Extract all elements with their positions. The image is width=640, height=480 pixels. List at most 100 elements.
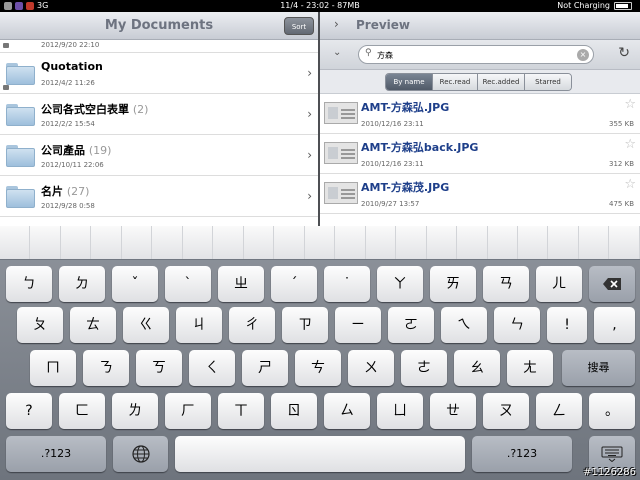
tab-rec-added[interactable]: Rec.added: [478, 74, 525, 90]
key-comma[interactable]: ,: [594, 307, 635, 343]
item-count: (19): [88, 144, 112, 157]
key-zhuyin[interactable]: ㄩ: [377, 393, 423, 429]
key-zhuyin[interactable]: ㄉ: [59, 266, 105, 302]
key-zhuyin[interactable]: ㄜ: [401, 350, 447, 386]
key-zhuyin[interactable]: ㄧ: [335, 307, 381, 343]
key-zhuyin[interactable]: ㄚ: [377, 266, 423, 302]
file-date: 2010/12/16 23:11: [361, 120, 424, 128]
key-zhuyin[interactable]: ㄎ: [136, 350, 182, 386]
key-zhuyin[interactable]: ㄍ: [123, 307, 169, 343]
key-zhuyin[interactable]: ㄇ: [30, 350, 76, 386]
key-zhuyin[interactable]: ㄤ: [507, 350, 553, 386]
key-zhuyin[interactable]: ㄗ: [282, 307, 328, 343]
item-name: 公司各式空白表單: [41, 103, 129, 116]
key-zhuyin[interactable]: ㄌ: [112, 393, 158, 429]
item-date: 2012/4/2 11:26: [41, 79, 95, 87]
numbers-key[interactable]: .?123: [472, 436, 572, 472]
list-item[interactable]: 2012/9/20 22:10: [0, 40, 318, 53]
keyboard-hide-icon: [601, 446, 623, 463]
chevron-right-icon: ›: [307, 66, 312, 80]
key-zhuyin[interactable]: ㄝ: [430, 393, 476, 429]
list-item[interactable]: 名片 (27) 2012/9/28 0:58 ›: [0, 176, 318, 217]
star-icon[interactable]: ☆: [624, 137, 636, 152]
space-key[interactable]: [175, 436, 465, 472]
list-item[interactable]: 公司各式空白表單 (2) 2012/2/2 15:54 ›: [0, 94, 318, 135]
key-zhuyin[interactable]: ㄟ: [441, 307, 487, 343]
file-date: 2010/12/16 23:11: [361, 160, 424, 168]
refresh-icon[interactable]: ↻: [618, 45, 630, 61]
tab-rec-read[interactable]: Rec.read: [433, 74, 478, 90]
chevron-down-icon[interactable]: ⌄: [333, 47, 341, 58]
key-zhuyin[interactable]: ㄛ: [388, 307, 434, 343]
sort-button[interactable]: Sort: [284, 17, 314, 35]
key-zhuyin[interactable]: ㄥ: [536, 393, 582, 429]
documents-header: My Documents Sort: [0, 12, 318, 40]
backspace-icon: [603, 278, 621, 290]
key-zhuyin[interactable]: ㄐ: [176, 307, 222, 343]
item-name: 公司產品: [41, 144, 85, 157]
file-name: AMT-方森茂.JPG: [361, 181, 450, 194]
file-row[interactable]: AMT-方森弘.JPG 2010/12/16 23:11 355 KB ☆: [320, 94, 640, 134]
key-zhuyin[interactable]: ㄣ: [494, 307, 540, 343]
language-key[interactable]: [113, 436, 168, 472]
search-input[interactable]: [377, 48, 567, 62]
file-size: 355 KB: [609, 120, 634, 128]
numbers-key[interactable]: .?123: [6, 436, 106, 472]
key-zhuyin[interactable]: ㄓ: [218, 266, 264, 302]
key-exclamation[interactable]: !: [547, 307, 587, 343]
file-row[interactable]: AMT-方森弘back.JPG 2010/12/16 23:11 312 KB …: [320, 134, 640, 174]
battery-icon: [614, 1, 632, 10]
key-zhuyin[interactable]: ㄋ: [83, 350, 129, 386]
key-zhuyin[interactable]: ㄨ: [348, 350, 394, 386]
preview-pane: › Preview ⌄ ⚲ × ↻ By name Rec.read Rec.a…: [320, 12, 640, 226]
key-zhuyin[interactable]: ㄞ: [430, 266, 476, 302]
item-date: 2012/9/20 22:10: [41, 41, 100, 49]
key-zhuyin[interactable]: ㄅ: [6, 266, 52, 302]
key-tone[interactable]: ˇ: [112, 266, 158, 302]
item-date: 2012/9/28 0:58: [41, 202, 95, 210]
globe-icon: [131, 445, 150, 463]
clear-icon[interactable]: ×: [577, 49, 589, 61]
key-zhuyin[interactable]: ㄡ: [483, 393, 529, 429]
key-zhuyin[interactable]: ㄈ: [59, 393, 105, 429]
tab-starred[interactable]: Starred: [525, 74, 571, 90]
key-question[interactable]: ?: [6, 393, 52, 429]
item-count: (27): [66, 185, 90, 198]
key-zhuyin[interactable]: ㄕ: [242, 350, 288, 386]
key-zhuyin[interactable]: ㄢ: [483, 266, 529, 302]
folder-icon: [6, 186, 35, 208]
key-zhuyin[interactable]: ㄦ: [536, 266, 582, 302]
star-icon[interactable]: ☆: [624, 177, 636, 192]
key-zhuyin[interactable]: ㄏ: [165, 393, 211, 429]
key-period[interactable]: 。: [589, 393, 635, 429]
file-name: AMT-方森弘back.JPG: [361, 141, 479, 154]
preview-header: › Preview: [320, 12, 640, 40]
key-tone[interactable]: ˋ: [165, 266, 211, 302]
image-thumbnail: [324, 102, 358, 124]
documents-pane: My Documents Sort 2012/9/20 22:10 Quotat…: [0, 12, 318, 226]
delete-key[interactable]: [589, 266, 635, 302]
key-zhuyin[interactable]: ㄘ: [295, 350, 341, 386]
chevron-right-icon[interactable]: ›: [334, 17, 339, 31]
key-tone[interactable]: ˙: [324, 266, 370, 302]
key-zhuyin[interactable]: ㄠ: [454, 350, 500, 386]
key-tone[interactable]: ˊ: [271, 266, 317, 302]
item-date: 2012/10/11 22:06: [41, 161, 104, 169]
key-zhuyin[interactable]: ㄊ: [70, 307, 116, 343]
key-zhuyin[interactable]: ㄖ: [271, 393, 317, 429]
search-field[interactable]: ⚲ ×: [358, 45, 594, 64]
key-zhuyin[interactable]: ㄑ: [189, 350, 235, 386]
documents-title: My Documents: [104, 18, 214, 33]
preview-title: Preview: [356, 18, 411, 32]
search-icon: ⚲: [365, 48, 372, 58]
key-zhuyin[interactable]: ㄒ: [218, 393, 264, 429]
file-row[interactable]: AMT-方森茂.JPG 2010/9/27 13:57 475 KB ☆: [320, 174, 640, 214]
key-zhuyin[interactable]: ㄔ: [229, 307, 275, 343]
key-zhuyin[interactable]: ㄆ: [17, 307, 63, 343]
search-key[interactable]: 搜尋: [562, 350, 635, 386]
list-item[interactable]: 公司產品 (19) 2012/10/11 22:06 ›: [0, 135, 318, 176]
key-zhuyin[interactable]: ㄙ: [324, 393, 370, 429]
star-icon[interactable]: ☆: [624, 97, 636, 112]
tab-by-name[interactable]: By name: [386, 74, 433, 90]
list-item[interactable]: Quotation 2012/4/2 11:26 ›: [0, 53, 318, 94]
